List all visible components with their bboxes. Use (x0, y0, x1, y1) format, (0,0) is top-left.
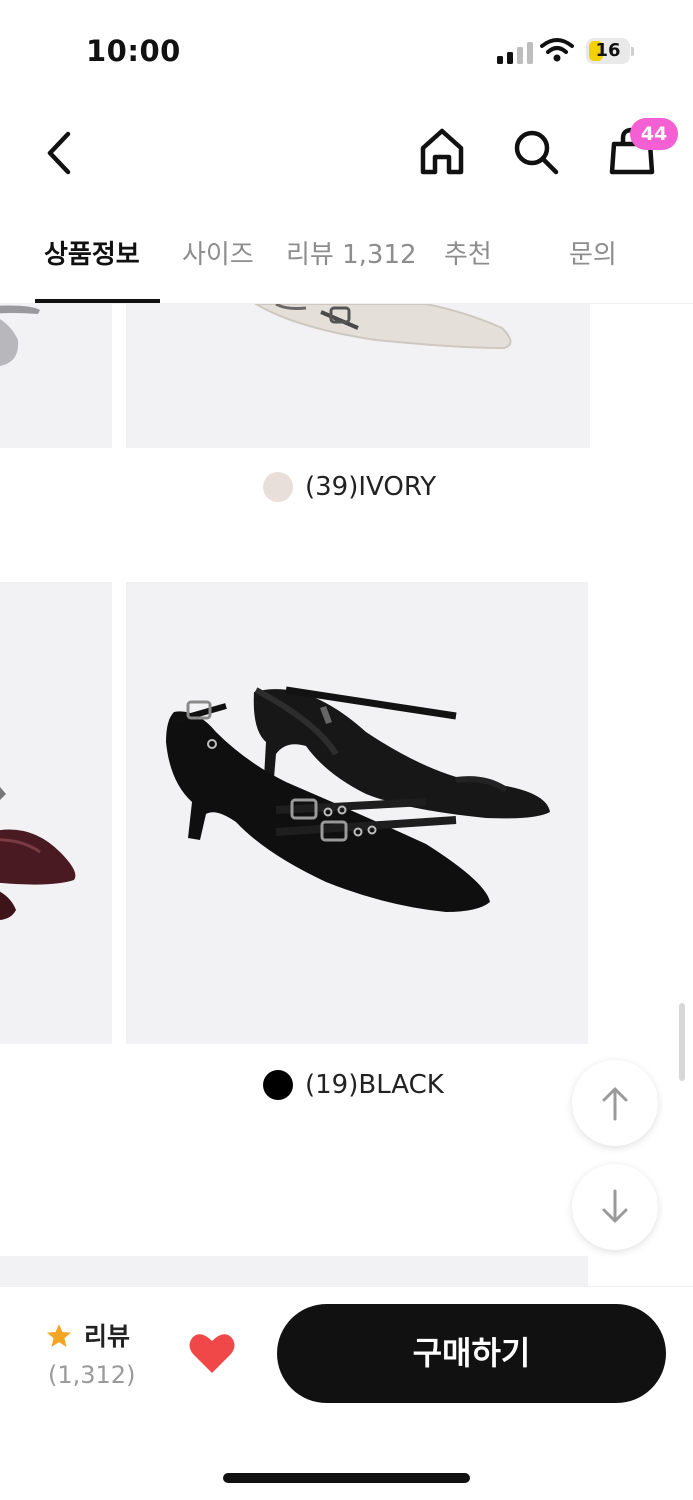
product-image-black (126, 582, 588, 1044)
color-swatch-ivory (263, 472, 293, 502)
tab-size[interactable]: 사이즈 (182, 234, 254, 271)
status-bar: 10:00 16 (0, 0, 693, 100)
product-image-silver (0, 304, 112, 448)
color-option-black[interactable]: (19)BLACK (263, 1070, 444, 1100)
tab-inquiry[interactable]: 문의 (569, 234, 617, 271)
product-tabs: 상품정보 사이즈 리뷰 1,312 추천 문의 (0, 210, 693, 304)
tab-product-info[interactable]: 상품정보 (44, 234, 140, 271)
buy-button[interactable]: 구매하기 (277, 1304, 666, 1403)
product-image-next (0, 1256, 588, 1286)
header (0, 100, 693, 210)
tab-recommend[interactable]: 추천 (444, 234, 492, 271)
scroll-top-button[interactable] (572, 1060, 658, 1146)
star-icon (47, 1324, 71, 1347)
cart-badge: 44 (630, 118, 678, 150)
color-label-ivory: (39)IVORY (305, 472, 437, 502)
product-detail-content: (39)IVORY (19)BLACK (0, 304, 693, 1286)
scrollbar[interactable] (679, 1003, 685, 1081)
color-swatch-black (263, 1070, 293, 1100)
product-image-ivory (126, 304, 590, 448)
arrow-down-icon (602, 1189, 628, 1223)
tab-review[interactable]: 리뷰 1,312 (286, 234, 417, 271)
color-label-black: (19)BLACK (305, 1070, 444, 1100)
wifi-icon (540, 38, 574, 62)
search-icon[interactable] (510, 126, 562, 178)
heart-icon[interactable] (188, 1331, 236, 1375)
active-tab-indicator (35, 299, 160, 303)
bottom-purchase-bar: 리뷰 (1,312) 구매하기 (0, 1286, 693, 1500)
back-icon[interactable] (36, 128, 86, 178)
review-count[interactable]: (1,312) (48, 1361, 135, 1389)
home-icon[interactable] (416, 126, 468, 178)
battery-icon: 16 (586, 38, 634, 64)
color-option-ivory[interactable]: (39)IVORY (263, 472, 436, 502)
home-indicator (223, 1473, 470, 1483)
battery-level: 16 (595, 40, 621, 61)
review-label[interactable]: 리뷰 (84, 1317, 130, 1353)
arrow-up-icon (602, 1087, 628, 1121)
signal-icon (497, 42, 533, 64)
product-image-burgundy (0, 582, 112, 1044)
scroll-bottom-button[interactable] (572, 1164, 658, 1250)
status-time: 10:00 (86, 34, 181, 68)
